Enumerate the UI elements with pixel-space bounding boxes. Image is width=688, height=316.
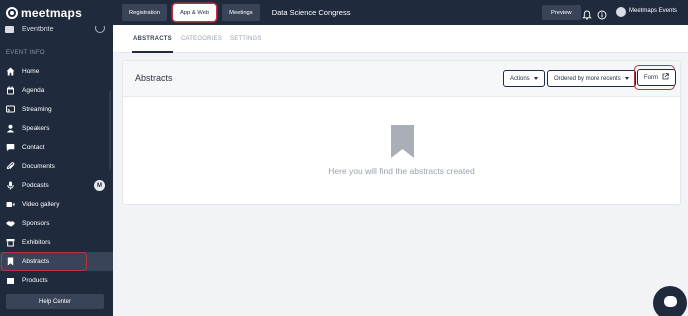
sidebar-item-label: Products	[22, 277, 48, 284]
person-icon	[6, 124, 15, 133]
active-tab-indicator	[132, 51, 173, 53]
sidebar-item-label: Video gallery	[22, 201, 60, 208]
bookmark-icon	[6, 257, 15, 266]
sidebar-item-label: Eventbrite	[22, 26, 54, 33]
podcast-badge: M	[94, 180, 105, 191]
sidebar: meetmaps Eventbrite EVENT INFO Home Agen…	[0, 0, 113, 316]
form-label: Form	[644, 74, 658, 81]
sidebar-item-sponsors[interactable]: Sponsors	[0, 214, 113, 233]
abstracts-card: Abstracts Actions Ordered by more recent…	[122, 60, 681, 205]
actions-label: Actions	[510, 75, 530, 82]
user-name[interactable]: Meetmaps Events	[629, 8, 677, 14]
handshake-icon	[6, 219, 15, 228]
sidebar-item-contact[interactable]: Contact	[0, 138, 113, 157]
page-title: Abstracts	[135, 73, 173, 83]
sidebar-item-label: Contact	[22, 144, 45, 151]
logo-text: meetmaps	[21, 6, 82, 20]
home-icon	[6, 67, 15, 76]
external-link-icon	[662, 73, 669, 82]
chevron-down-icon	[624, 77, 629, 80]
sidebar-item-documents[interactable]: Documents	[0, 157, 113, 176]
streaming-icon	[6, 105, 15, 114]
sidebar-item-agenda[interactable]: Agenda	[0, 81, 113, 100]
bell-icon[interactable]	[582, 7, 592, 20]
video-icon	[6, 200, 15, 209]
bookmark-icon	[391, 125, 414, 158]
sidebar-item-home[interactable]: Home	[0, 62, 113, 81]
info-icon[interactable]	[597, 7, 607, 20]
actions-dropdown[interactable]: Actions	[503, 70, 545, 87]
sidebar-item-label: Documents	[22, 163, 55, 170]
sidebar-item-abstracts[interactable]: Abstracts	[0, 252, 113, 271]
sidebar-item-podcasts[interactable]: Podcasts M	[0, 176, 113, 195]
calendar-icon	[6, 86, 15, 95]
sidebar-item-label: Sponsors	[22, 220, 50, 227]
empty-state-text: Here you will find the abstracts created	[328, 166, 475, 176]
chat-icon	[6, 143, 15, 152]
chevron-down-icon	[533, 77, 538, 80]
sidebar-menu: Home Agenda Streaming Speakers Contact D…	[0, 62, 113, 290]
sidebar-item-speakers[interactable]: Speakers	[0, 119, 113, 138]
form-button[interactable]: Form	[637, 69, 676, 86]
sidebar-item-streaming[interactable]: Streaming	[0, 100, 113, 119]
tab-settings[interactable]: SETTINGS	[230, 36, 262, 42]
logo[interactable]: meetmaps	[0, 0, 113, 26]
store-icon	[6, 238, 15, 247]
sidebar-item-video-gallery[interactable]: Video gallery	[0, 195, 113, 214]
avatar[interactable]	[616, 7, 626, 17]
sidebar-item-label: Streaming	[22, 106, 52, 113]
tab-meetings[interactable]: Meetings	[222, 4, 260, 21]
microphone-icon	[6, 181, 15, 190]
paperclip-icon	[6, 162, 15, 171]
sidebar-item-label: Exhibitors	[22, 239, 51, 246]
tab-registration[interactable]: Registration	[122, 4, 167, 21]
help-center-button[interactable]: Help Center	[6, 294, 104, 309]
sidebar-item-cut[interactable]: Eventbrite	[0, 26, 113, 38]
preview-button[interactable]: Preview	[542, 5, 581, 20]
card-header: Abstracts Actions Ordered by more recent…	[123, 61, 680, 97]
box-icon	[6, 276, 15, 285]
sidebar-item-label: Podcasts	[22, 182, 49, 189]
tab-abstracts[interactable]: ABSTRACTS	[133, 36, 172, 42]
chat-widget-button[interactable]	[653, 286, 687, 316]
badge-icon	[95, 26, 105, 33]
sidebar-item-label: Agenda	[22, 87, 45, 94]
sub-tabs: ABSTRACTS CATEGORIES SETTINGS	[113, 25, 688, 53]
chat-bubble-icon	[664, 296, 677, 307]
sort-label: Ordered by more recents	[554, 75, 621, 82]
top-bar: Registration App & Web Meetings Data Sci…	[113, 0, 688, 25]
sidebar-item-label: Home	[22, 68, 40, 75]
event-name[interactable]: Data Science Congress	[272, 8, 351, 17]
sidebar-item-products[interactable]: Products	[0, 271, 113, 290]
tab-categories[interactable]: CATEGORIES	[181, 36, 222, 42]
sidebar-item-label: Speakers	[22, 125, 50, 132]
ticket-icon	[5, 26, 14, 33]
sidebar-item-exhibitors[interactable]: Exhibitors	[0, 233, 113, 252]
sidebar-scrollbar[interactable]	[109, 90, 111, 170]
sidebar-item-label: Abstracts	[22, 258, 50, 265]
sort-dropdown[interactable]: Ordered by more recents	[547, 70, 636, 87]
logo-icon	[6, 7, 18, 19]
section-label: EVENT INFO	[6, 50, 45, 56]
tab-app-web[interactable]: App & Web	[172, 4, 217, 21]
